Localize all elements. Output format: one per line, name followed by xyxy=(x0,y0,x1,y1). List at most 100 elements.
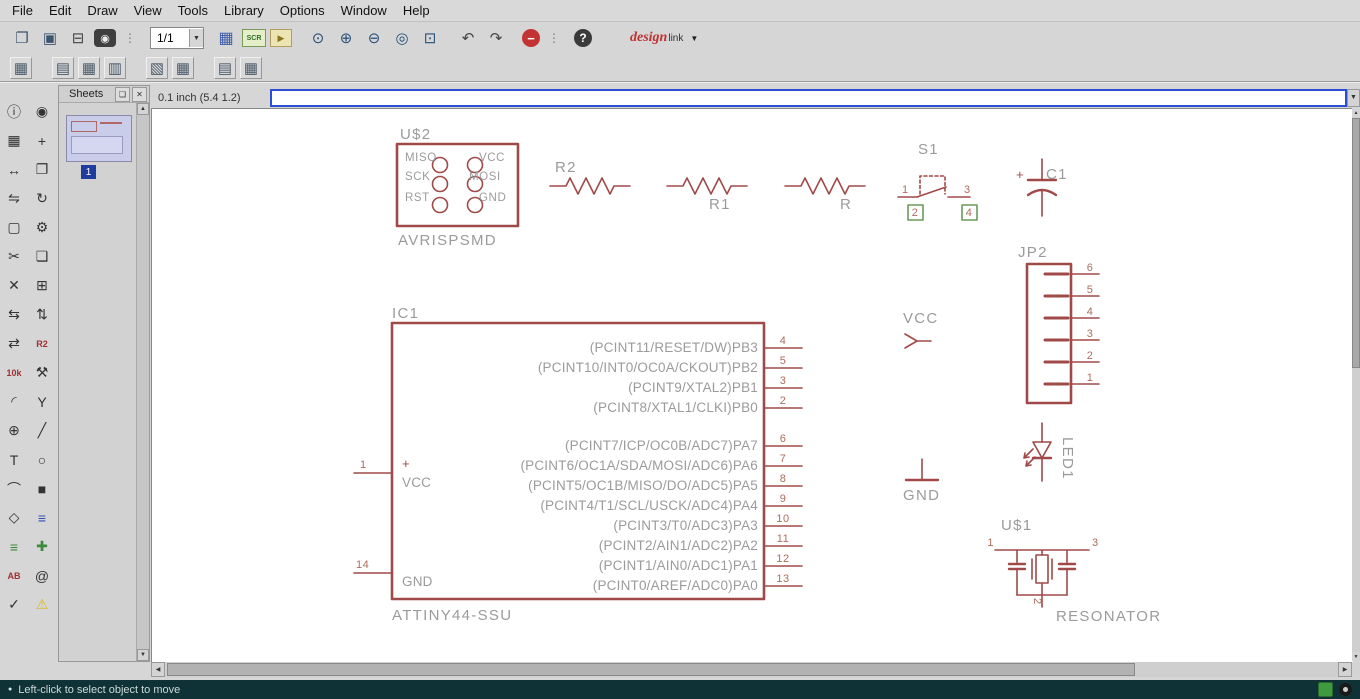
label-tool-icon[interactable]: AB xyxy=(1,563,27,589)
circle-tool-icon[interactable]: ○ xyxy=(29,447,55,473)
name-tool-icon[interactable]: R2 xyxy=(29,331,55,357)
menu-item[interactable]: Edit xyxy=(41,1,79,20)
grid-settings-icon[interactable]: ▦ xyxy=(214,26,238,50)
split-tool-icon[interactable]: Y xyxy=(29,389,55,415)
layer-view-icon-4[interactable]: ▧ xyxy=(146,56,168,79)
menu-item[interactable]: Help xyxy=(395,1,438,20)
scroll-left-icon[interactable]: ◀ xyxy=(151,662,165,677)
gnd-supply-symbol[interactable]: GND xyxy=(903,458,940,504)
show-tool-icon[interactable]: ◉ xyxy=(29,99,55,125)
pinswap-tool-icon[interactable]: ⇆ xyxy=(1,302,27,328)
attribute-tool-icon[interactable]: @ xyxy=(29,563,55,589)
component-r2[interactable]: R2 xyxy=(549,159,631,195)
component-u2-avrispsmd[interactable]: U$2 MISO VCC SCK MOSI RST GND AVRISPSMD xyxy=(395,126,520,249)
detach-panel-icon[interactable]: ❏ xyxy=(115,86,130,102)
layer-view-icon-2[interactable]: ▦ xyxy=(78,56,100,79)
arc-tool-icon[interactable]: ⌒ xyxy=(1,476,27,502)
add-tool-icon[interactable]: ⊞ xyxy=(29,273,55,299)
invoke-tool-icon[interactable]: ⊕ xyxy=(1,418,27,444)
menu-item[interactable]: Options xyxy=(272,1,333,20)
scroll-down-icon[interactable]: ▼ xyxy=(137,649,149,661)
mark-tool-icon[interactable]: + xyxy=(29,128,55,154)
component-r1[interactable]: R1 xyxy=(666,177,748,213)
delete-tool-icon[interactable]: ✕ xyxy=(1,273,27,299)
component-s1-switch[interactable]: S1 1 3 2 4 xyxy=(897,141,978,221)
scroll-down-icon[interactable]: ▼ xyxy=(1352,652,1360,661)
sheet-thumbnail[interactable] xyxy=(66,115,132,162)
sheets-scrollbar[interactable]: ▲ ▼ xyxy=(136,103,149,661)
component-jp2-header[interactable]: JP2 6 5 4 3 2 1 xyxy=(1018,244,1100,405)
info-tool-icon[interactable]: ⓘ xyxy=(1,99,27,125)
layer-view-icon-6[interactable]: ▤ xyxy=(214,56,236,79)
window-layout-icon[interactable]: ▦ xyxy=(10,56,32,79)
redo-icon[interactable]: ↷ xyxy=(484,26,508,50)
text-tool-icon[interactable]: T xyxy=(1,447,27,473)
layer-view-icon-1[interactable]: ▤ xyxy=(52,56,74,79)
layer-view-icon-5[interactable]: ▦ xyxy=(172,56,194,79)
vcc-supply-symbol[interactable]: VCC xyxy=(903,310,939,349)
menu-item[interactable]: File xyxy=(4,1,41,20)
run-ulp-icon[interactable]: ▶ xyxy=(270,29,292,47)
zoom-in-icon[interactable]: ⊕ xyxy=(334,26,358,50)
scroll-right-icon[interactable]: ▶ xyxy=(1338,662,1352,677)
mirror-tool-icon[interactable]: ⇋ xyxy=(1,186,27,212)
cam-processor-icon[interactable]: ◉ xyxy=(94,29,116,47)
zoom-fit-icon[interactable]: ⊙ xyxy=(306,26,330,50)
print-icon[interactable]: ⊟ xyxy=(66,26,90,50)
rotate-tool-icon[interactable]: ↻ xyxy=(29,186,55,212)
component-led1[interactable]: LED1 xyxy=(1023,422,1076,482)
command-line-input[interactable] xyxy=(270,88,1347,107)
zoom-redraw-icon[interactable]: ◎ xyxy=(390,26,414,50)
copy-tool-icon[interactable]: ❐ xyxy=(29,157,55,183)
connection-status-icon[interactable] xyxy=(1318,682,1333,697)
layer-view-icon-7[interactable]: ▦ xyxy=(240,56,262,79)
script-icon[interactable]: SCR xyxy=(242,29,266,47)
rect-tool-icon[interactable]: ■ xyxy=(29,476,55,502)
open-icon[interactable]: ❐ xyxy=(10,26,34,50)
zoom-out-icon[interactable]: ⊖ xyxy=(362,26,386,50)
erc-tool-icon[interactable]: ✓ xyxy=(1,592,27,618)
gateswap-tool-icon[interactable]: ⇅ xyxy=(29,302,55,328)
component-ic1-attiny44[interactable]: IC1 1 + VCC 14 GND 4 (PCINT11/RESET/DW)P… xyxy=(353,305,803,624)
change-tool-icon[interactable]: ⚙ xyxy=(29,215,55,241)
smash-tool-icon[interactable]: ⚒ xyxy=(29,360,55,386)
value-tool-icon[interactable]: 10k xyxy=(1,360,27,386)
net-tool-icon[interactable]: ≡ xyxy=(1,534,27,560)
move-tool-icon[interactable]: ↔ xyxy=(1,157,27,183)
menu-item[interactable]: Window xyxy=(333,1,395,20)
display-tool-icon[interactable]: ▦ xyxy=(1,128,27,154)
replace-tool-icon[interactable]: ⇄ xyxy=(1,331,27,357)
bus-tool-icon[interactable]: ≡ xyxy=(29,505,55,531)
wire-tool-icon[interactable]: ╱ xyxy=(29,418,55,444)
menu-item[interactable]: View xyxy=(126,1,170,20)
designlink-menu[interactable]: design link ▼ xyxy=(630,30,698,46)
zoom-select-icon[interactable]: ⊡ xyxy=(418,26,442,50)
component-u1-resonator[interactable]: U$1 1 3 2 RESONATOR xyxy=(987,517,1161,625)
save-icon[interactable]: ▣ xyxy=(38,26,62,50)
scroll-up-icon[interactable]: ▲ xyxy=(1352,108,1360,117)
scrollbar-thumb[interactable] xyxy=(1352,118,1360,368)
canvas-horizontal-scrollbar[interactable]: ◀ ▶ xyxy=(151,662,1352,677)
undo-icon[interactable]: ↶ xyxy=(456,26,480,50)
schematic-canvas[interactable]: U$2 MISO VCC SCK MOSI RST GND AVRISPSMD … xyxy=(151,108,1353,662)
command-history-dropdown-icon[interactable]: ▼ xyxy=(1347,88,1360,107)
paste-tool-icon[interactable]: ❏ xyxy=(29,244,55,270)
component-c1-capacitor[interactable]: + C1 xyxy=(1016,158,1068,217)
layer-view-icon-3[interactable]: ▥ xyxy=(104,56,126,79)
scroll-up-icon[interactable]: ▲ xyxy=(137,103,149,115)
cut-tool-icon[interactable]: ✂ xyxy=(1,244,27,270)
component-r[interactable]: R xyxy=(784,177,866,213)
junction-tool-icon[interactable]: ✚ xyxy=(29,534,55,560)
sheet-selector[interactable]: 1/1 ▼ xyxy=(150,27,204,49)
close-panel-icon[interactable]: ✕ xyxy=(132,86,147,102)
group-tool-icon[interactable]: ▢ xyxy=(1,215,27,241)
menu-item[interactable]: Tools xyxy=(170,1,216,20)
errors-tool-icon[interactable]: ⚠ xyxy=(29,592,55,618)
scrollbar-thumb[interactable] xyxy=(167,663,1135,676)
help-icon[interactable]: ? xyxy=(574,29,592,47)
sheet-number-badge[interactable]: 1 xyxy=(81,165,96,179)
polygon-tool-icon[interactable]: ◇ xyxy=(1,505,27,531)
log-status-icon[interactable] xyxy=(1339,683,1352,696)
canvas-vertical-scrollbar[interactable]: ▲ ▼ xyxy=(1352,108,1360,661)
miter-tool-icon[interactable]: ◜ xyxy=(1,389,27,415)
